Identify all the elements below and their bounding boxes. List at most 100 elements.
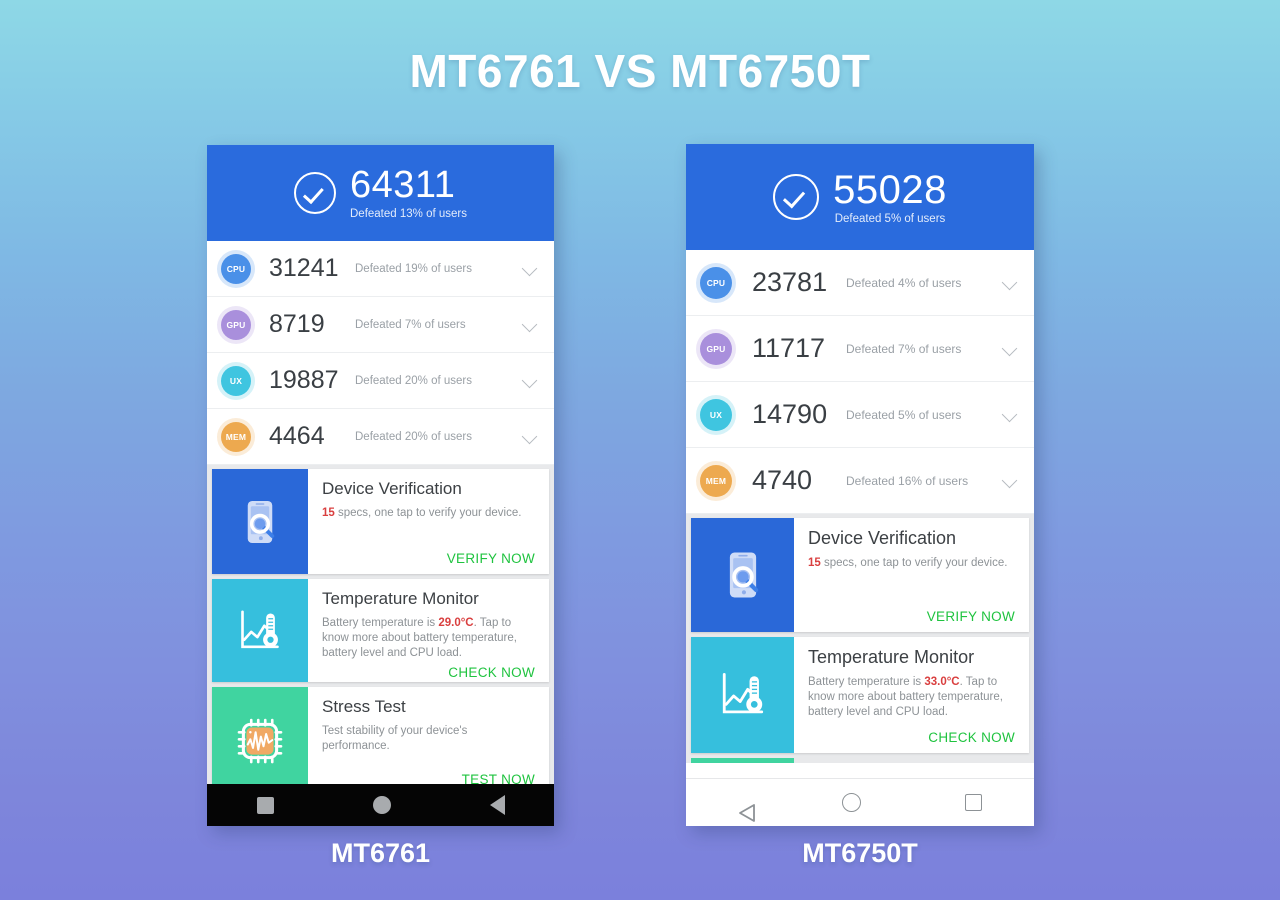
metric-badge-mem: MEM [700, 464, 732, 497]
metric-defeated: Defeated 5% of users [846, 407, 962, 422]
chevron-down-icon[interactable] [522, 261, 538, 277]
metric-badge-cpu: CPU [700, 266, 732, 299]
chevron-down-icon[interactable] [522, 429, 538, 445]
chevron-down-icon[interactable] [1002, 473, 1018, 489]
card-desc-highlight: 33.0°C [924, 676, 960, 688]
card-body: Device Verification 15 specs, one tap to… [794, 518, 1029, 632]
metric-badge-gpu: GPU [700, 332, 732, 365]
metric-value: 4740 [752, 465, 813, 495]
total-score-block: 64311 Defeated 13% of users [350, 164, 467, 220]
metric-row[interactable]: CPU 31241 Defeated 19% of users [207, 241, 554, 297]
android-navigation-bar [207, 784, 554, 826]
metric-badge-ux: UX [221, 365, 251, 396]
card-thumbnail [212, 687, 308, 795]
metric-value: 31241 [269, 254, 339, 282]
metric-defeated: Defeated 7% of users [355, 318, 466, 331]
chevron-down-icon[interactable] [522, 317, 538, 333]
feature-cards-area: Device Verification 15 specs, one tap to… [686, 514, 1034, 763]
chevron-down-icon[interactable] [1002, 407, 1018, 423]
metric-list: CPU 23781 Defeated 4% of users GPU 11717… [686, 250, 1034, 514]
verify-now-button[interactable]: VERIFY NOW [447, 551, 535, 566]
metric-value: 8719 [269, 310, 325, 338]
device-caption-left: MT6761 [330, 838, 431, 868]
card-desc-rest: specs, one tap to verify your device. [820, 557, 1008, 569]
check-now-button[interactable]: CHECK NOW [928, 730, 1015, 745]
metric-badge-ux: UX [700, 398, 732, 431]
feature-card-device-verification[interactable]: Device Verification 15 specs, one tap to… [691, 518, 1029, 632]
metric-row[interactable]: CPU 23781 Defeated 4% of users [686, 250, 1034, 316]
card-desc-highlight: 29.0°C [438, 617, 474, 629]
metric-value: 19887 [269, 366, 339, 394]
device-caption-right: MT6750T [802, 838, 918, 868]
total-score-value: 64311 [350, 164, 456, 207]
home-icon[interactable] [372, 796, 391, 814]
metric-row[interactable]: UX 14790 Defeated 5% of users [686, 382, 1034, 448]
metric-defeated: Defeated 20% of users [355, 374, 472, 387]
metric-value: 4464 [269, 422, 325, 450]
cpu-waveform-icon [237, 718, 283, 764]
metric-defeated: Defeated 20% of users [355, 430, 472, 443]
metric-value: 11717 [752, 333, 826, 363]
device-screenshot-left: 64311 Defeated 13% of users CPU 31241 De… [207, 145, 554, 826]
metric-badge-gpu: GPU [221, 309, 251, 340]
recent-apps-icon[interactable] [256, 796, 274, 814]
total-score-value: 55028 [833, 168, 947, 212]
card-thumbnail [212, 579, 308, 682]
card-desc-prefix: Battery temperature is [322, 617, 439, 629]
chevron-down-icon[interactable] [1002, 275, 1018, 291]
home-icon[interactable] [842, 793, 861, 812]
metric-badge-mem: MEM [221, 421, 251, 452]
check-circle-icon [773, 174, 820, 220]
feature-card-stress-test[interactable]: Stress Test Test stability of your devic… [212, 687, 549, 795]
chevron-down-icon[interactable] [1002, 341, 1018, 357]
android-navigation-bar [686, 778, 1034, 826]
feature-card-device-verification[interactable]: Device Verification 15 specs, one tap to… [212, 469, 549, 574]
metric-defeated: Defeated 19% of users [355, 262, 472, 275]
card-body: Stress Test Test stability of your devic… [308, 687, 549, 795]
card-description: 15 specs, one tap to verify your device. [808, 556, 1015, 606]
card-title: Stress Test [322, 697, 406, 716]
page-title: MT6761 VS MT6750T [409, 45, 871, 97]
card-body: Temperature Monitor Battery temperature … [308, 579, 549, 682]
metric-list: CPU 31241 Defeated 19% of users GPU 8719… [207, 241, 554, 465]
metric-badge-cpu: CPU [221, 253, 251, 284]
total-score-defeated: Defeated 5% of users [834, 213, 946, 225]
card-body: Device Verification 15 specs, one tap to… [308, 469, 549, 574]
card-description: Battery temperature is 29.0°C. Tap to kn… [322, 616, 535, 662]
total-score-block: 55028 Defeated 5% of users [833, 169, 947, 225]
card-desc-highlight: 15 [808, 557, 821, 569]
card-title: Device Verification [322, 479, 462, 498]
metric-value: 14790 [752, 399, 828, 429]
thermometer-chart-icon [722, 672, 763, 714]
feature-card-temperature-monitor[interactable]: Temperature Monitor Battery temperature … [212, 579, 549, 682]
device-screenshot-right: 55028 Defeated 5% of users CPU 23781 Def… [686, 144, 1034, 826]
card-title: Temperature Monitor [808, 647, 975, 667]
metric-row[interactable]: GPU 8719 Defeated 7% of users [207, 297, 554, 353]
card-thumbnail [212, 469, 308, 574]
card-desc-prefix: Battery temperature is [808, 676, 925, 688]
metric-row[interactable]: MEM 4464 Defeated 20% of users [207, 409, 554, 465]
thermometer-chart-icon [241, 609, 279, 648]
phone-magnifier-icon [729, 552, 758, 598]
card-description: 15 specs, one tap to verify your device. [322, 506, 535, 548]
card-desc-rest: specs, one tap to verify your device. [334, 507, 522, 519]
card-description: Test stability of your device's performa… [322, 725, 468, 753]
phone-magnifier-icon [247, 500, 275, 543]
metric-row[interactable]: UX 19887 Defeated 20% of users [207, 353, 554, 409]
metric-row[interactable]: GPU 11717 Defeated 7% of users [686, 316, 1034, 382]
card-title: Device Verification [808, 528, 957, 548]
feature-card-temperature-monitor[interactable]: Temperature Monitor Battery temperature … [691, 637, 1029, 753]
benchmark-header: 55028 Defeated 5% of users [686, 144, 1034, 250]
back-icon[interactable] [489, 795, 505, 815]
feature-card-partial-stress-test[interactable] [691, 758, 794, 763]
metric-defeated: Defeated 16% of users [846, 473, 969, 488]
check-now-button[interactable]: CHECK NOW [448, 665, 535, 680]
metric-defeated: Defeated 4% of users [846, 275, 962, 290]
verify-now-button[interactable]: VERIFY NOW [927, 609, 1015, 624]
total-score-defeated: Defeated 13% of users [350, 207, 467, 220]
card-thumbnail [691, 637, 794, 753]
recent-apps-icon[interactable] [965, 794, 982, 811]
metric-row[interactable]: MEM 4740 Defeated 16% of users [686, 448, 1034, 514]
card-body: Temperature Monitor Battery temperature … [794, 637, 1029, 753]
chevron-down-icon[interactable] [522, 373, 538, 389]
